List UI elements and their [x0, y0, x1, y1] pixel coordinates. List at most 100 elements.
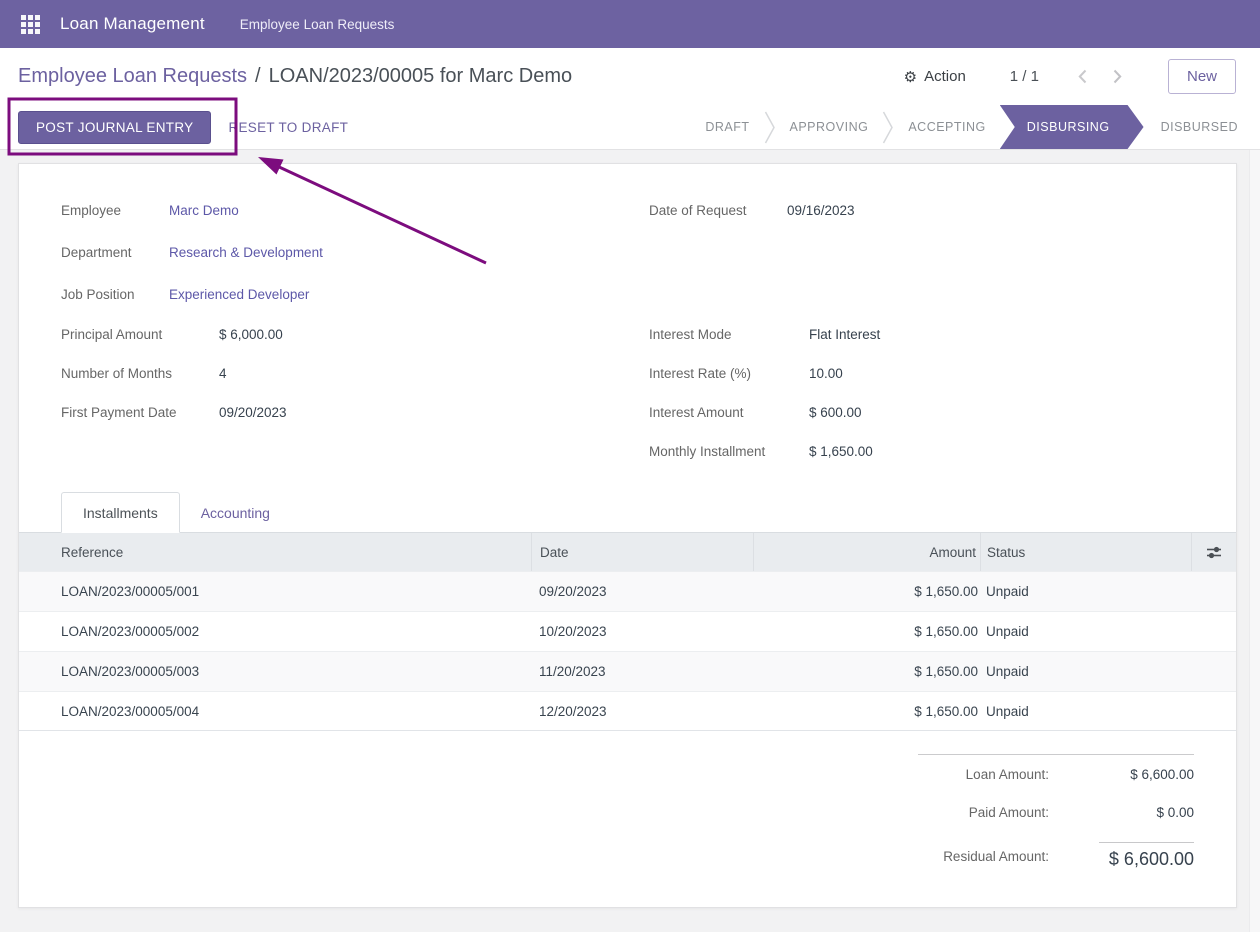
field-employee: Employee Marc Demo [61, 189, 649, 231]
total-loan-amount: Loan Amount: $ 6,600.00 [918, 755, 1194, 793]
post-journal-entry-button[interactable]: POST JOURNAL ENTRY [18, 111, 211, 144]
stage-disbursed[interactable]: DISBURSED [1144, 105, 1255, 149]
field-label: Interest Amount [649, 405, 809, 420]
field-label: Interest Mode [649, 327, 809, 342]
optional-columns-button[interactable] [1191, 533, 1236, 571]
cell-amount: $ 1,650.00 [753, 572, 980, 611]
notebook-tabs: Installments Accounting [19, 492, 1236, 533]
residual-amount-value: $ 6,600.00 [1099, 842, 1194, 870]
total-label: Loan Amount: [918, 767, 1049, 782]
stage-accepting[interactable]: ACCEPTING [894, 105, 999, 149]
cell-reference: LOAN/2023/00005/002 [19, 612, 531, 651]
department-link[interactable]: Research & Development [169, 245, 323, 260]
column-header-status[interactable]: Status [980, 533, 1191, 571]
breadcrumb-parent-link[interactable]: Employee Loan Requests [18, 65, 247, 87]
apps-grid-icon[interactable] [21, 15, 40, 34]
cell-date: 11/20/2023 [531, 652, 753, 691]
gear-icon: ⚙ [904, 68, 917, 86]
cell-amount: $ 1,650.00 [753, 692, 980, 730]
interest-mode-value: Flat Interest [809, 327, 880, 342]
field-job-position: Job Position Experienced Developer [61, 273, 649, 315]
field-date-of-request: Date of Request 09/16/2023 [649, 189, 1194, 231]
total-paid-amount: Paid Amount: $ 0.00 [918, 793, 1194, 831]
cell-date: 10/20/2023 [531, 612, 753, 651]
totals-section: Loan Amount: $ 6,600.00 Paid Amount: $ 0… [19, 754, 1236, 881]
cell-date: 12/20/2023 [531, 692, 753, 730]
cell-reference: LOAN/2023/00005/001 [19, 572, 531, 611]
field-label: Principal Amount [61, 327, 219, 342]
field-label: Monthly Installment [649, 444, 809, 459]
scrollbar-track[interactable] [1249, 150, 1260, 932]
pager-value: 1 / 1 [1010, 68, 1039, 85]
date-of-request-value: 09/16/2023 [787, 203, 855, 218]
chevron-right-icon [1113, 69, 1122, 84]
field-monthly-installment: Monthly Installment $ 1,650.00 [649, 432, 1194, 471]
tab-accounting[interactable]: Accounting [180, 492, 291, 533]
interest-amount-value: $ 600.00 [809, 405, 862, 420]
breadcrumb-current: LOAN/2023/00005 for Marc Demo [269, 65, 573, 87]
installments-table: Reference Date Amount Status LOAN/2023/0… [19, 533, 1236, 731]
cell-date: 09/20/2023 [531, 572, 753, 611]
total-residual-amount: Residual Amount: $ 6,600.00 [918, 831, 1194, 881]
stage-disbursing[interactable]: DISBURSING [1000, 105, 1144, 149]
control-panel: Employee Loan Requests/LOAN/2023/00005 f… [0, 48, 1260, 150]
pager-nav [1065, 63, 1135, 90]
table-row[interactable]: LOAN/2023/00005/002 10/20/2023 $ 1,650.0… [19, 611, 1236, 651]
field-first-payment-date: First Payment Date 09/20/2023 [61, 393, 649, 432]
new-button[interactable]: New [1168, 59, 1236, 94]
app-name[interactable]: Loan Management [60, 14, 205, 34]
cell-amount: $ 1,650.00 [753, 612, 980, 651]
cell-reference: LOAN/2023/00005/003 [19, 652, 531, 691]
action-menu-button[interactable]: ⚙ Action [904, 68, 966, 86]
principal-amount-value: $ 6,000.00 [219, 327, 283, 342]
number-of-months-value: 4 [219, 366, 227, 381]
cell-status: Unpaid [980, 612, 1191, 651]
monthly-installment-value: $ 1,650.00 [809, 444, 873, 459]
employee-link[interactable]: Marc Demo [169, 203, 239, 218]
cell-status: Unpaid [980, 692, 1191, 730]
pager-previous-button[interactable] [1065, 63, 1100, 90]
form-sheet: Employee Marc Demo Department Research &… [18, 163, 1237, 908]
first-payment-date-value: 09/20/2023 [219, 405, 287, 420]
field-label: Employee [61, 203, 169, 218]
loan-amount-value: $ 6,600.00 [1049, 767, 1194, 782]
field-department: Department Research & Development [61, 231, 649, 273]
column-header-reference[interactable]: Reference [19, 533, 531, 571]
column-header-amount[interactable]: Amount [753, 533, 980, 571]
pager-next-button[interactable] [1100, 63, 1135, 90]
column-header-date[interactable]: Date [531, 533, 753, 571]
field-principal-amount: Principal Amount $ 6,000.00 [61, 315, 649, 354]
field-number-of-months: Number of Months 4 [61, 354, 649, 393]
statusbar: DRAFT APPROVING ACCEPTING DISBURSING DIS… [691, 105, 1255, 149]
field-label: First Payment Date [61, 405, 219, 420]
reset-to-draft-button[interactable]: RESET TO DRAFT [228, 120, 348, 135]
action-label: Action [924, 68, 966, 85]
interest-rate-value: 10.00 [809, 366, 843, 381]
cell-reference: LOAN/2023/00005/004 [19, 692, 531, 730]
job-position-link[interactable]: Experienced Developer [169, 287, 309, 302]
chevron-left-icon [1078, 69, 1087, 84]
cell-amount: $ 1,650.00 [753, 652, 980, 691]
table-header-row: Reference Date Amount Status [19, 533, 1236, 571]
tab-installments[interactable]: Installments [61, 492, 180, 533]
loan-form: Employee Marc Demo Department Research &… [19, 164, 1236, 471]
cell-status: Unpaid [980, 572, 1191, 611]
top-navbar: Loan Management Employee Loan Requests [0, 0, 1260, 48]
breadcrumb: Employee Loan Requests/LOAN/2023/00005 f… [18, 65, 572, 88]
chevron-separator-icon [764, 105, 776, 149]
cell-status: Unpaid [980, 652, 1191, 691]
paid-amount-value: $ 0.00 [1049, 805, 1194, 820]
total-label: Residual Amount: [918, 849, 1049, 864]
field-label: Department [61, 245, 169, 260]
stage-draft[interactable]: DRAFT [691, 105, 763, 149]
field-label: Interest Rate (%) [649, 366, 809, 381]
total-label: Paid Amount: [918, 805, 1049, 820]
table-row[interactable]: LOAN/2023/00005/004 12/20/2023 $ 1,650.0… [19, 691, 1236, 731]
field-label: Job Position [61, 287, 169, 302]
chevron-separator-icon [882, 105, 894, 149]
table-row[interactable]: LOAN/2023/00005/003 11/20/2023 $ 1,650.0… [19, 651, 1236, 691]
content-area: Employee Marc Demo Department Research &… [0, 150, 1260, 908]
nav-menu-employee-loan-requests[interactable]: Employee Loan Requests [240, 17, 395, 32]
table-row[interactable]: LOAN/2023/00005/001 09/20/2023 $ 1,650.0… [19, 571, 1236, 611]
stage-approving[interactable]: APPROVING [776, 105, 883, 149]
